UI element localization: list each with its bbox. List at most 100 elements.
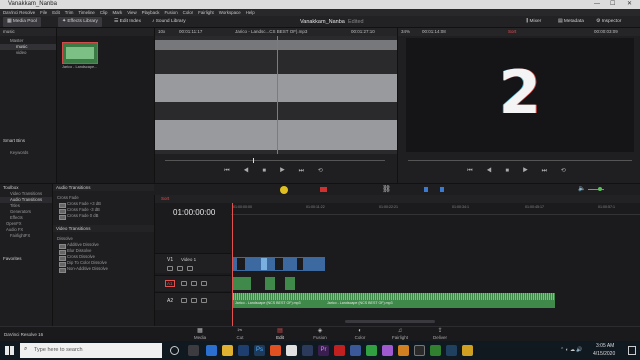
a2-lock-icon[interactable] xyxy=(181,298,187,303)
page-tab-media[interactable]: ▦ Media xyxy=(185,328,215,340)
menu-item[interactable]: Playback xyxy=(142,9,160,16)
settings-app-icon[interactable] xyxy=(414,345,425,356)
page-tab-fusion[interactable]: ◈ Fusion xyxy=(305,328,335,340)
bin-video[interactable]: video xyxy=(0,50,56,56)
media-app-icon[interactable] xyxy=(446,345,457,356)
source-zoom[interactable]: 10x xyxy=(158,29,165,34)
menu-item[interactable]: Fusion xyxy=(164,9,177,16)
a2-solo-icon[interactable] xyxy=(191,298,197,303)
menu-item[interactable]: File xyxy=(40,9,47,16)
orange-app-icon[interactable] xyxy=(398,345,409,356)
davinci-resolve-icon[interactable] xyxy=(462,345,473,356)
overwrite-clip-icon[interactable] xyxy=(320,187,327,192)
purple-app-icon[interactable] xyxy=(382,345,393,356)
word-icon[interactable] xyxy=(302,345,313,356)
category-fairlight-fx[interactable]: FairlightFX xyxy=(0,233,52,239)
timeline-scrubber[interactable] xyxy=(408,160,632,161)
disable-track-icon[interactable] xyxy=(187,266,193,271)
media-pool-button[interactable]: ▦ Media Pool xyxy=(3,17,41,27)
store-icon[interactable] xyxy=(238,345,249,356)
favorites-header[interactable]: Favorites xyxy=(0,255,52,262)
acrobat-icon[interactable] xyxy=(334,345,345,356)
excel-icon[interactable] xyxy=(430,345,441,356)
v1-clips[interactable] xyxy=(233,257,325,271)
volume-icon[interactable]: 🔈 xyxy=(578,185,585,192)
video1-label: Video 1 xyxy=(181,257,197,262)
green-app-icon[interactable] xyxy=(366,345,377,356)
close-button[interactable]: ✕ xyxy=(627,0,632,9)
marker-icon[interactable] xyxy=(440,187,444,192)
notification-icon[interactable] xyxy=(628,346,636,355)
source-scrubber[interactable] xyxy=(165,160,385,161)
link-icon[interactable]: ⛓ xyxy=(382,185,391,193)
menu-item[interactable]: Fairlight xyxy=(198,9,214,16)
windows-start-icon[interactable] xyxy=(5,346,14,355)
file-explorer-icon[interactable] xyxy=(222,345,233,356)
timeline-ruler[interactable]: 01:00:00:00 01:00:11:22 01:00:22:21 01:00:3… xyxy=(231,203,640,215)
clock-date[interactable]: 4/15/2020 xyxy=(593,351,615,357)
menu-item[interactable]: View xyxy=(127,9,136,16)
a1-mute-icon[interactable] xyxy=(201,281,207,286)
page-tab-fairlight[interactable]: ♫ Fairlight xyxy=(385,328,415,340)
timeline-tab[interactable]: Sort xyxy=(161,196,169,201)
menu-item[interactable]: Color xyxy=(183,9,194,16)
menu-item[interactable]: Clip xyxy=(100,9,108,16)
source-transport-controls[interactable]: ⏮ ◀ ■ ▶ ⏭ ⟲ xyxy=(155,167,398,177)
inspector-button[interactable]: ⚙ Inspector xyxy=(592,17,625,27)
auto-select-icon[interactable] xyxy=(177,266,183,271)
flag-icon[interactable] xyxy=(424,187,428,192)
edge-icon[interactable] xyxy=(206,345,217,356)
edit-index-button[interactable]: ☰ Edit Index xyxy=(110,17,145,27)
toolbox-header[interactable]: Toolbox xyxy=(0,184,52,191)
chrome-icon[interactable] xyxy=(286,345,297,356)
page-tab-deliver[interactable]: ⇪ Deliver xyxy=(425,328,455,340)
edit-index-label: Edit Index xyxy=(119,19,141,24)
timeline-name[interactable]: Sort xyxy=(508,28,516,36)
lock-track-icon[interactable] xyxy=(167,266,173,271)
volume-slider-knob[interactable] xyxy=(598,187,602,191)
taskbar-search-box[interactable]: ⌕ Type here to search xyxy=(20,343,162,358)
menu-item[interactable]: Help xyxy=(246,9,255,16)
a2-clip-1[interactable]: Jarico - Landscape (NCS BEST OF).mp3 xyxy=(233,293,325,308)
a1-clip[interactable] xyxy=(265,277,275,290)
menu-item[interactable]: Timeline xyxy=(78,9,94,16)
a1-solo-icon[interactable] xyxy=(191,281,197,286)
a2-clip-2[interactable]: Jarico - Landscape (NCS BEST OF).mp3 xyxy=(325,293,555,308)
effects-library-button[interactable]: ✦ Effects Library xyxy=(58,17,102,27)
minimize-button[interactable]: — xyxy=(594,0,600,9)
a1-clip[interactable] xyxy=(233,277,251,290)
photoshop-icon[interactable]: Ps xyxy=(254,345,265,356)
a2-mute-icon[interactable] xyxy=(201,298,207,303)
page-tab-edit[interactable]: ▤ Edit xyxy=(265,328,295,340)
menu-item[interactable]: Mark xyxy=(112,9,122,16)
timeline-zoom[interactable]: 34% xyxy=(401,29,410,34)
menu-item[interactable]: Workspace xyxy=(219,9,241,16)
a1-clip[interactable] xyxy=(285,277,295,290)
maximize-button[interactable]: ☐ xyxy=(610,0,615,9)
timeline-transport-controls[interactable]: ⏮ ◀ ■ ▶ ⏭ ⟲ xyxy=(398,167,640,177)
task-view-icon[interactable] xyxy=(188,345,199,356)
page-tab-cut[interactable]: ✂ Cut xyxy=(225,328,255,340)
cortana-icon[interactable] xyxy=(170,346,179,355)
a1-lock-icon[interactable] xyxy=(181,281,187,286)
keywords-item[interactable]: Keywords xyxy=(10,150,28,155)
mixer-button[interactable]: ⫼ Mixer xyxy=(522,17,545,27)
system-tray-icons[interactable]: ⌃ ◐ ☁ 🔊 xyxy=(560,347,583,353)
menu-item[interactable]: DaVinci Resolve xyxy=(3,9,35,16)
metadata-button[interactable]: ▤ Metadata xyxy=(554,17,588,27)
page-tab-color[interactable]: ◐ Color xyxy=(345,328,375,340)
timeline-timecode-in: 00:01:14:08 xyxy=(422,29,446,34)
app-icon[interactable] xyxy=(350,345,361,356)
clock-time[interactable]: 3:05 AM xyxy=(596,343,614,349)
dissolve-item[interactable]: Non-Additive Dissolve xyxy=(53,266,154,273)
menu-item[interactable]: Edit xyxy=(52,9,60,16)
office-icon[interactable] xyxy=(270,345,281,356)
cross-fade-item[interactable]: Cross Fade 0 dB xyxy=(53,213,154,220)
sound-library-button[interactable]: ♪ Sound Library xyxy=(148,17,190,27)
menu-item[interactable]: Trim xyxy=(65,9,74,16)
timeline-scrollbar[interactable] xyxy=(345,320,435,323)
selection-tool-icon[interactable] xyxy=(280,186,288,194)
premiere-icon[interactable]: Pr xyxy=(318,345,329,356)
waveform-display[interactable] xyxy=(155,36,398,154)
audio-clip-thumbnail[interactable] xyxy=(62,42,98,64)
